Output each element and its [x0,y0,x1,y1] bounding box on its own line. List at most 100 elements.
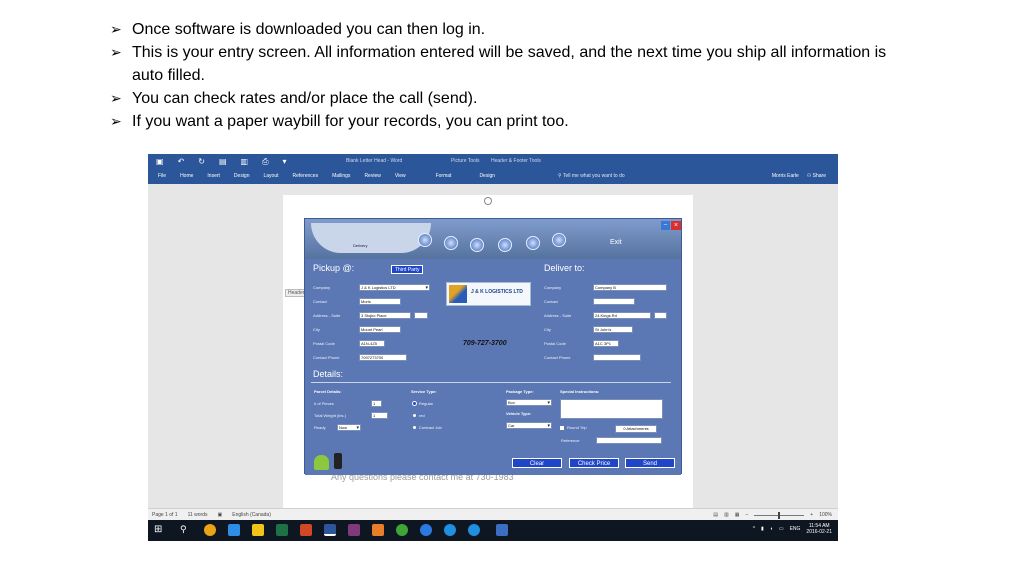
language-tray[interactable]: ENG [790,526,801,532]
service-regular-radio[interactable]: Regular [413,401,433,406]
pickup-phone-field[interactable]: 7097273700 [359,354,407,361]
round-trip-checkbox[interactable]: Round Trip [560,425,587,430]
package-type-select[interactable]: Box [506,399,552,406]
zoom-in-icon[interactable]: + [810,512,813,518]
print-layout-icon[interactable]: ▥ [724,512,729,518]
deliver-city-field[interactable]: St John's [593,326,633,333]
network-icon[interactable]: ▮ [761,526,764,532]
close-button[interactable]: × [671,221,681,230]
phone-device-icon[interactable] [334,453,342,469]
pickup-address-field[interactable]: 3 Stojko Place [359,312,411,319]
check-price-button[interactable]: Check Price [569,458,619,468]
tab-file[interactable]: File [158,173,166,179]
tab-home[interactable]: Home [180,173,193,179]
print-icon[interactable]: ⎙ [262,157,268,167]
nav-history-icon[interactable] [498,238,512,252]
tell-me-box[interactable]: ⚲ Tell me what you want to do [558,173,625,179]
zoom-level[interactable]: 100% [819,512,832,518]
deliver-address-field[interactable]: 24 Kings Rd [593,312,651,319]
web-layout-icon[interactable]: ▦ [735,512,740,518]
share-button[interactable]: ⚇ Share [807,173,826,179]
app-blue-icon[interactable] [420,524,432,536]
deliver-contact-field[interactable] [593,298,635,305]
nav-home-icon[interactable] [418,233,432,247]
clear-button[interactable]: Clear [512,458,562,468]
tab-insert[interactable]: Insert [207,173,220,179]
user-name[interactable]: Morris Earle [772,173,799,179]
pickup-suite-field[interactable] [414,312,428,319]
pickup-postal-field[interactable]: A1N-4Z5 [359,340,385,347]
notification-icon[interactable]: ▭ [779,526,784,532]
onenote-icon[interactable] [348,524,360,536]
redo-icon[interactable]: ↻ [198,157,205,167]
file-explorer-icon[interactable] [252,524,264,536]
attachments-button[interactable]: 0 Attachments [615,425,657,433]
search-icon[interactable]: ⚲ [180,524,187,535]
minimize-button[interactable]: – [661,221,670,230]
zoom-slider[interactable] [754,511,805,519]
tab-references[interactable]: References [293,173,319,179]
tab-layout[interactable]: Layout [264,173,279,179]
app-green-icon[interactable] [396,524,408,536]
print-preview-icon[interactable]: ▥ [241,157,249,167]
pickup-contact-field[interactable]: Moris [359,298,401,305]
zoom-out-icon[interactable]: – [746,512,749,518]
shipping-app-icon[interactable] [496,524,508,536]
powerpoint-icon[interactable] [300,524,312,536]
edge-icon[interactable] [228,524,240,536]
clock[interactable]: 11:54 AM 2016-02-21 [806,523,832,535]
service-red-radio[interactable]: red [413,413,425,418]
vehicle-type-select[interactable]: Car [506,422,552,429]
ready-select[interactable]: Now [337,424,361,431]
app-globe2-icon[interactable] [468,524,480,536]
tab-mailings[interactable]: Mailings [332,173,350,179]
tab-format[interactable]: Format [436,173,452,179]
nav-tracking-icon[interactable] [444,236,458,250]
send-button[interactable]: Send [625,458,675,468]
zoom-knob[interactable] [778,511,781,519]
word-icon[interactable] [324,524,336,536]
pieces-field[interactable]: 1 [371,400,382,407]
chrome-icon[interactable] [204,524,216,536]
tab-view[interactable]: View [395,173,406,179]
deliver-company-field[interactable]: Company B [593,284,667,291]
windows-start-icon[interactable]: ⊞ [154,525,162,535]
third-party-button[interactable]: Third Party [391,265,424,274]
nav-settings-icon[interactable] [526,236,540,250]
reference-field[interactable] [596,437,662,444]
delivery-tab[interactable]: Delivery [311,223,431,253]
excel-icon[interactable] [276,524,288,536]
tab-review[interactable]: Review [364,173,380,179]
language-indicator[interactable]: English (Canada) [232,512,271,518]
ribbon-tabs: File Home Insert Design Layout Reference… [158,173,495,179]
deliver-suite-field[interactable] [654,312,667,319]
more-icon[interactable]: ▾ [283,157,287,167]
insert-icon[interactable]: ▤ [219,157,227,167]
pickup-company-select[interactable]: J & K Logistics LTD [359,284,430,291]
android-icon[interactable] [314,455,329,470]
volume-icon[interactable]: ◖ [770,526,773,532]
weight-field[interactable]: 1 [371,412,388,419]
read-mode-icon[interactable]: ▤ [713,512,718,518]
exit-button[interactable]: Exit [610,239,622,246]
deliver-phone-field[interactable] [593,354,641,361]
special-instructions-textarea[interactable] [560,399,663,419]
nav-help-icon[interactable] [552,233,566,247]
tab-hf-design[interactable]: Design [479,173,495,179]
pickup-city-field[interactable]: Mount Pearl [359,326,401,333]
special-instructions-title: Special Instructions: [560,389,600,394]
tab-design[interactable]: Design [234,173,250,179]
nav-account-icon[interactable] [470,238,484,252]
word-count[interactable]: 11 words [188,512,208,518]
show-hidden-icon[interactable]: ^ [753,526,755,532]
service-contract-radio[interactable]: Contract Job [413,425,442,430]
save-icon[interactable]: ▣ [156,157,164,167]
deliver-postal-field[interactable]: A1C 3P1 [593,340,619,347]
proofing-icon[interactable]: ▣ [218,512,223,518]
page-count[interactable]: Page 1 of 1 [152,512,178,518]
app-globe-icon[interactable] [444,524,456,536]
rotate-handle-icon[interactable] [484,197,492,205]
outlook-icon[interactable] [372,524,384,536]
undo-icon[interactable]: ↶ [178,157,185,167]
arrow-bullet-icon: ➢ [110,21,122,37]
